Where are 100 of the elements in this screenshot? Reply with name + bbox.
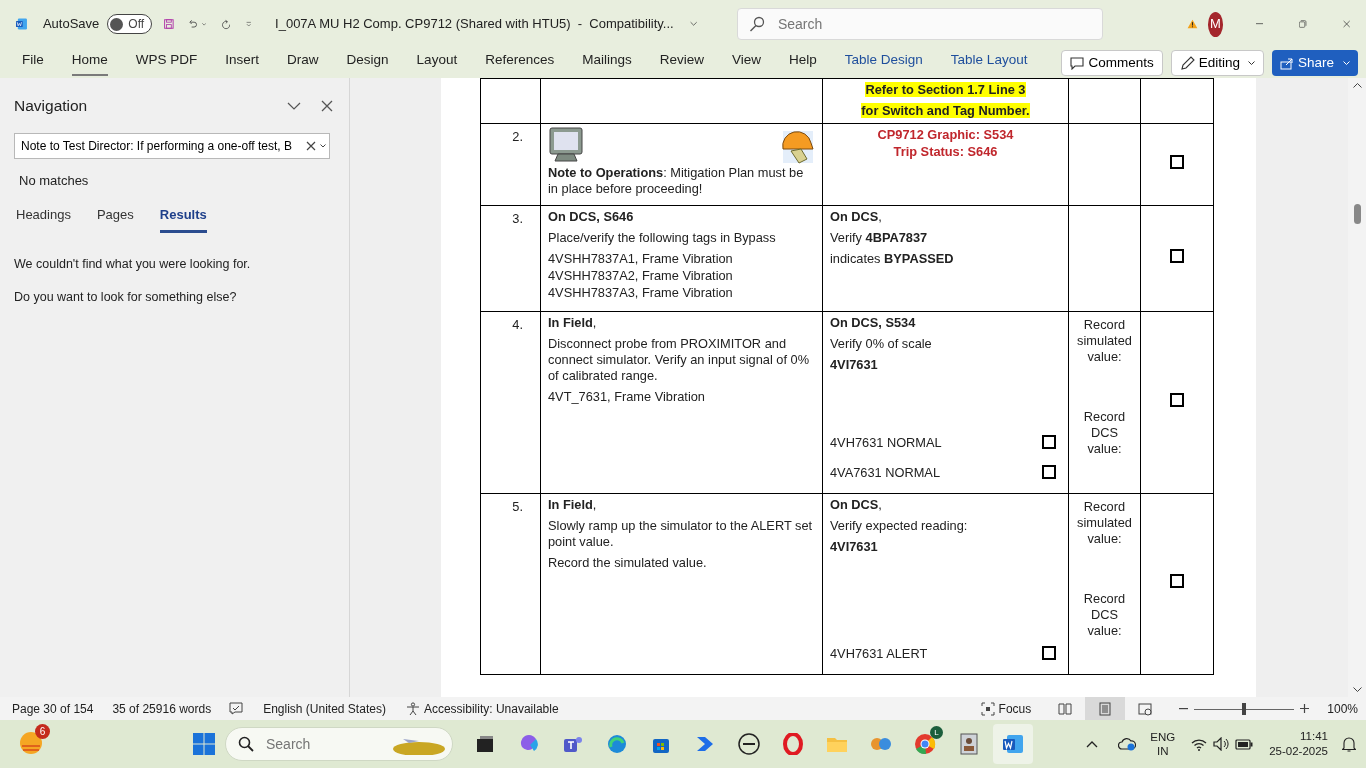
checkbox[interactable]	[1042, 646, 1056, 661]
ribbon-tab[interactable]: Draw	[287, 50, 319, 76]
start-icon[interactable]	[193, 733, 215, 755]
ribbon-tab[interactable]: Design	[346, 50, 389, 76]
pane-tab[interactable]: Results	[159, 204, 207, 234]
search-icon	[238, 736, 254, 752]
comment-icon	[1070, 56, 1085, 70]
checkbox[interactable]	[1170, 574, 1184, 589]
step-number: 5.	[511, 498, 524, 516]
text-line: 4VSHH7837A3, Frame Vibration	[548, 285, 734, 301]
clear-icon[interactable]	[306, 141, 316, 152]
text-line: Verify 0% of scale	[830, 336, 933, 352]
slider-thumb[interactable]	[1242, 702, 1247, 715]
wave-icon[interactable]	[606, 733, 628, 755]
ribbon-tab[interactable]: Help	[789, 50, 817, 76]
pane-title: Navigation	[14, 96, 89, 116]
ring-icon[interactable]	[782, 733, 804, 755]
avatar[interactable]: M	[1207, 11, 1224, 37]
view-button[interactable]	[1085, 697, 1126, 720]
close-icon[interactable]	[321, 99, 333, 112]
search-field[interactable]: Search	[736, 8, 1103, 40]
focus-mode[interactable]: Focus	[998, 699, 1032, 718]
zoom-out-icon[interactable]	[1179, 707, 1189, 710]
window-icon[interactable]	[474, 733, 496, 755]
save-icon[interactable]	[164, 16, 174, 32]
checkbox[interactable]	[1170, 392, 1184, 407]
ribbon-tab[interactable]: References	[485, 50, 555, 76]
checkbox[interactable]	[1170, 154, 1184, 169]
circle-logo-icon[interactable]	[738, 733, 760, 755]
region-code: IN	[1156, 744, 1169, 758]
checkbox[interactable]	[1170, 248, 1184, 263]
accessibility-icon[interactable]	[405, 701, 420, 716]
caret-icon[interactable]	[320, 144, 326, 149]
minimize-icon[interactable]	[1256, 23, 1264, 25]
page-count[interactable]: Page 30 of 154	[12, 699, 94, 718]
scroll-up-icon[interactable]	[1352, 82, 1362, 88]
ribbon-tab[interactable]: Table Design	[844, 50, 923, 76]
word-count[interactable]: 35 of 25916 words	[112, 699, 212, 718]
search-icon	[748, 16, 765, 32]
taskbar-search[interactable]: Search	[225, 727, 453, 761]
pane-tab[interactable]: Pages	[96, 204, 134, 234]
ribbon-tab[interactable]: View	[732, 50, 762, 76]
clock-time: 11:41	[1300, 729, 1328, 744]
ribbon-tab[interactable]: Home	[71, 50, 108, 76]
scrollbar-thumb[interactable]	[1353, 204, 1361, 224]
notification-badge: 6	[35, 724, 50, 739]
search-field[interactable]: Note to Test Director: If performing a one-off test, B	[14, 133, 330, 160]
highlighted-text: for Switch and Tag Number.	[861, 103, 1030, 118]
read-mode-icon	[1058, 701, 1073, 716]
id-card-icon[interactable]	[958, 733, 980, 755]
chevron-up-icon[interactable]	[1086, 740, 1099, 748]
accessibility-status[interactable]: Accessibility: Unavailable	[423, 699, 559, 718]
caret-icon	[1343, 60, 1350, 66]
proofing-icon[interactable]	[229, 702, 244, 715]
customize-icon[interactable]	[245, 19, 252, 29]
battery-icon[interactable]	[1235, 738, 1254, 750]
clock[interactable]: 11:41 25-02-2025	[1269, 729, 1328, 759]
ribbon-tab[interactable]: Layout	[416, 50, 458, 76]
note-text: Record DCS value:	[1082, 591, 1127, 639]
text-line: 4VT_7631, Frame Vibration	[548, 389, 706, 405]
note-text: Record simulated value:	[1076, 499, 1133, 547]
autosave-label: AutoSave	[42, 15, 100, 34]
cloud-sync-icon[interactable]	[1118, 737, 1137, 751]
speaker-icon[interactable]	[1213, 737, 1230, 751]
caret-icon	[1247, 60, 1255, 66]
checkbox[interactable]	[1042, 435, 1056, 450]
comments-button[interactable]: Comments	[1061, 49, 1163, 77]
autosave-toggle[interactable]: Off	[107, 14, 153, 34]
checkbox[interactable]	[1042, 465, 1056, 480]
zoom-slider[interactable]	[1194, 702, 1295, 715]
language-status[interactable]: English (United States)	[263, 699, 386, 718]
text-line: On DCS, S534	[830, 315, 917, 331]
pane-tab[interactable]: Headings	[16, 204, 71, 234]
word-icon[interactable]	[1002, 733, 1024, 755]
input-language[interactable]: ENG IN	[1150, 730, 1176, 758]
ribbon-tab[interactable]: WPS PDF	[135, 50, 198, 76]
step-number: 3.	[511, 210, 524, 228]
text-line: Trip Status: S646	[892, 144, 999, 160]
ribbon-tab[interactable]: Review	[659, 50, 704, 76]
editing-button[interactable]: Editing	[1170, 49, 1264, 77]
text-line: Verify 4BPA7837	[830, 230, 929, 246]
ribbon-tab[interactable]: Insert	[225, 50, 260, 76]
zoom-level[interactable]: 100%	[1327, 699, 1358, 718]
scroll-down-icon[interactable]	[1352, 687, 1362, 693]
text-line: Place/verify the following tags in Bypass	[548, 230, 777, 246]
chrome-icon[interactable]	[914, 733, 936, 755]
wifi-icon[interactable]	[1191, 737, 1208, 751]
web-layout-icon	[1138, 701, 1153, 716]
notification-bell-icon[interactable]	[1342, 736, 1356, 752]
ribbon-tab[interactable]: File	[22, 50, 44, 76]
text-line: Verify expected reading:	[830, 518, 969, 534]
focus-icon[interactable]	[980, 701, 995, 716]
zoom-in-icon[interactable]	[1300, 704, 1310, 713]
chevron-down-icon[interactable]	[287, 101, 301, 110]
text-line: 4VI7631	[830, 357, 879, 373]
ribbon-tab[interactable]: Mailings	[582, 50, 632, 76]
chevron-down-icon[interactable]	[689, 20, 697, 28]
share-button[interactable]: Share	[1271, 49, 1358, 77]
restore-icon[interactable]	[1299, 18, 1307, 30]
ribbon-tab[interactable]: Table Layout	[950, 50, 1028, 76]
